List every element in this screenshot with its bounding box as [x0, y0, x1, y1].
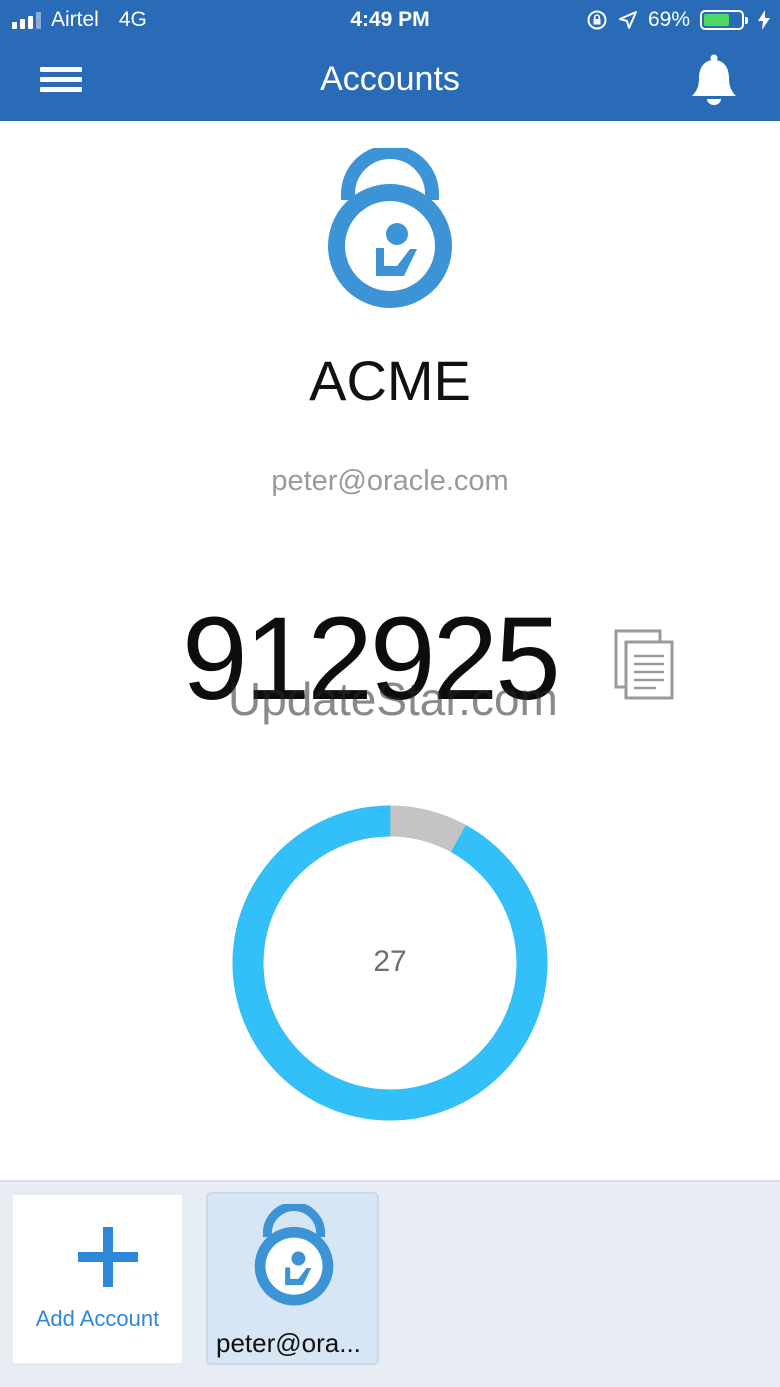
page-title: Accounts	[320, 60, 460, 98]
account-lock-logo-small	[254, 1204, 334, 1306]
account-lock-logo	[328, 148, 452, 308]
orientation-lock-icon	[587, 10, 607, 30]
charging-bolt-icon	[758, 10, 770, 30]
plus-icon-bar	[78, 1252, 138, 1262]
watermark: UpdateStar.com	[228, 673, 558, 725]
copy-icon[interactable]	[612, 628, 676, 702]
account-tile[interactable]: peter@ora...	[206, 1192, 379, 1365]
account-tile-label: peter@ora...	[216, 1328, 361, 1358]
top-bar: Airtel 4G 4:49 PM 69% Accounts	[0, 0, 780, 121]
battery-icon	[700, 10, 748, 30]
status-right: 69%	[586, 8, 770, 32]
location-arrow-icon	[618, 11, 637, 29]
account-issuer: ACME	[309, 349, 471, 412]
add-account-label: Add Account	[35, 1306, 160, 1331]
battery-fill	[704, 14, 729, 26]
bell-icon[interactable]	[686, 52, 742, 108]
status-bar: Airtel 4G 4:49 PM 69%	[0, 0, 780, 40]
account-email: peter@oracle.com	[271, 465, 509, 497]
battery-percent: 69%	[647, 8, 690, 31]
nav-bar: Accounts	[0, 40, 780, 121]
countdown-seconds: 27	[373, 945, 407, 978]
add-account-button[interactable]: Add Account	[13, 1195, 182, 1363]
